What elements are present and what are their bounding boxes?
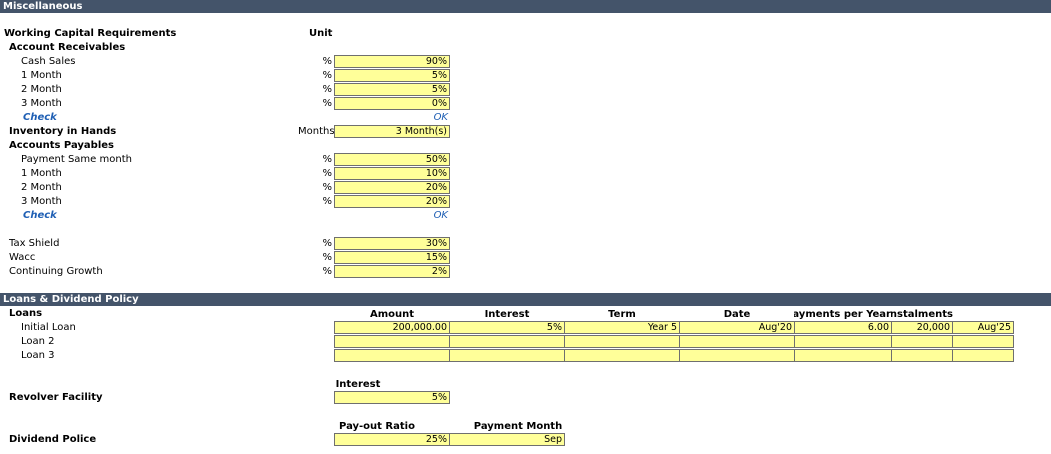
wacc-unit: % [322,252,332,263]
revolver-facility-label: Revolver Facility [9,392,103,403]
loan-interest-input[interactable] [449,349,565,362]
ap-label-same-month: Payment Same month [21,154,132,165]
unit-header: Unit [309,28,333,39]
loan-label-2: Loan 2 [21,336,55,347]
loan-end-date-cell[interactable]: Aug'25 [952,321,1014,334]
tax-shield-label: Tax Shield [9,238,60,249]
col-header-payments-per-year: Payments per Year [794,309,891,320]
inventory-unit: Months [298,126,335,137]
loan-instalment-cell[interactable]: 20,000 [891,321,953,334]
ap-input-3-month[interactable]: 20% [334,195,450,208]
ap-unit: % [322,154,332,165]
payout-ratio-input[interactable]: 25% [334,433,450,446]
loan-term-input[interactable]: Year 5 [564,321,680,334]
ap-input-1-month[interactable]: 10% [334,167,450,180]
loan-interest-input[interactable]: 5% [449,321,565,334]
payout-ratio-header: Pay-out Ratio [339,421,415,432]
revolver-interest-header: Interest [335,379,381,390]
ar-unit: % [322,98,332,109]
ar-input-3-month[interactable]: 0% [334,97,450,110]
ar-unit: % [322,70,332,81]
loan-payments-input[interactable] [794,349,892,362]
ar-input-cash-sales[interactable]: 90% [334,55,450,68]
payment-month-input[interactable]: Sep [449,433,565,446]
wacc-input[interactable]: 15% [334,251,450,264]
loan-amount-input[interactable]: 200,000.00 [334,321,450,334]
loan-date-input[interactable] [679,335,795,348]
ap-label-1-month: 1 Month [21,168,62,179]
ar-label-2-month: 2 Month [21,84,62,95]
payment-month-header: Payment Month [473,421,563,432]
loan-label-initial: Initial Loan [21,322,76,333]
loan-end-date-cell[interactable] [952,335,1014,348]
loan-term-input[interactable] [564,349,680,362]
loan-date-input[interactable] [679,349,795,362]
ar-input-1-month[interactable]: 5% [334,69,450,82]
loan-amount-input[interactable] [334,349,450,362]
ap-input-2-month[interactable]: 20% [334,181,450,194]
inventory-input[interactable]: 3 Month(s) [334,125,450,138]
ar-unit: % [322,84,332,95]
loan-instalment-cell[interactable] [891,335,953,348]
continuing-growth-label: Continuing Growth [9,266,103,277]
col-header-instalments: Instalments [891,309,953,320]
ap-check-status: OK [433,210,448,221]
continuing-growth-unit: % [322,266,332,277]
ar-label-cash-sales: Cash Sales [21,56,76,67]
ar-input-2-month[interactable]: 5% [334,83,450,96]
inventory-label: Inventory in Hands [9,126,117,137]
ap-label-3-month: 3 Month [21,196,62,207]
loan-interest-input[interactable] [449,335,565,348]
ar-check-status: OK [433,112,448,123]
loan-payments-input[interactable] [794,335,892,348]
ap-unit: % [322,196,332,207]
col-header-term: Term [608,309,636,320]
ap-check-label: Check [23,210,57,221]
ar-unit: % [322,56,332,67]
loan-date-input[interactable]: Aug'20 [679,321,795,334]
ar-label-1-month: 1 Month [21,70,62,81]
loan-label-3: Loan 3 [21,350,55,361]
section-header-miscellaneous: Miscellaneous [0,0,1051,13]
continuing-growth-input[interactable]: 2% [334,265,450,278]
loan-term-input[interactable] [564,335,680,348]
loan-amount-input[interactable] [334,335,450,348]
account-receivables-title: Account Receivables [9,42,126,53]
ap-label-2-month: 2 Month [21,182,62,193]
wacc-label: Wacc [9,252,36,263]
tax-shield-input[interactable]: 30% [334,237,450,250]
loans-title: Loans [9,308,43,319]
dividend-policy-label: Dividend Police [9,434,97,445]
ap-input-same-month[interactable]: 50% [334,153,450,166]
tax-shield-unit: % [322,238,332,249]
revolver-interest-input[interactable]: 5% [334,391,450,404]
ap-unit: % [322,168,332,179]
col-header-amount: Amount [369,309,415,320]
section-header-loans: Loans & Dividend Policy [0,293,1051,306]
ar-check-label: Check [23,112,57,123]
col-header-date: Date [723,309,751,320]
ar-label-3-month: 3 Month [21,98,62,109]
loan-instalment-cell[interactable] [891,349,953,362]
accounts-payables-title: Accounts Payables [9,140,115,151]
loan-end-date-cell[interactable] [952,349,1014,362]
col-header-interest: Interest [484,309,530,320]
working-capital-title: Working Capital Requirements [4,28,177,39]
ap-unit: % [322,182,332,193]
loan-payments-input[interactable]: 6.00 [794,321,892,334]
